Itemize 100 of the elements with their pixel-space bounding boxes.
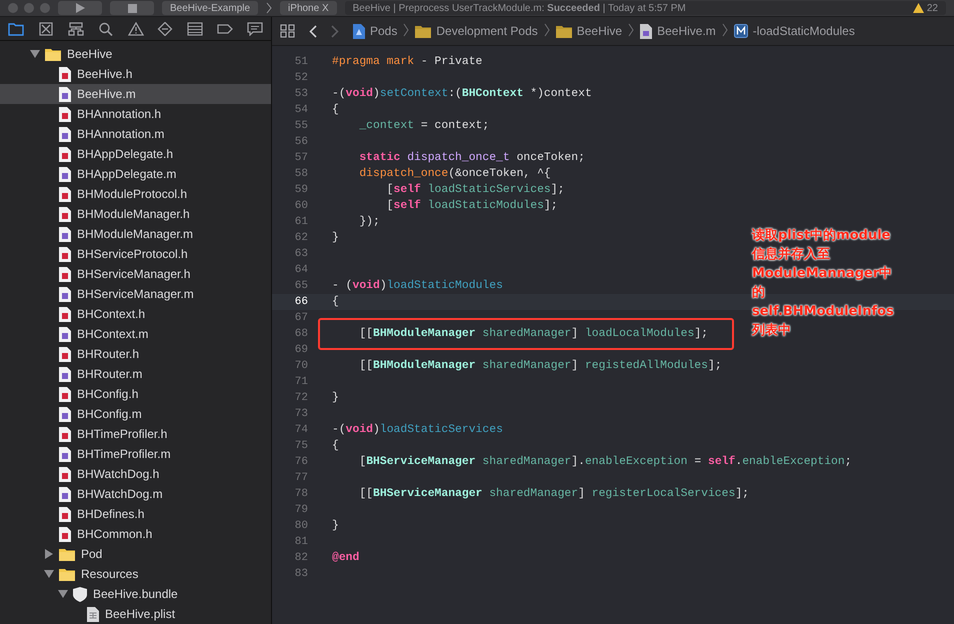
file-icon: [59, 486, 71, 502]
line-number: 68: [294, 328, 308, 340]
diamond-icon[interactable]: [157, 22, 174, 36]
annotation-text: 信息并存入至: [752, 246, 830, 264]
code-line: [BHServiceManager sharedManager].enableException = self.enableException;: [358, 454, 852, 470]
grid-icon[interactable]: [280, 24, 295, 38]
file-icon: [59, 286, 71, 302]
file-tree-item[interactable]: BHTimeProfiler.m: [0, 444, 271, 464]
line-number: 52: [294, 72, 308, 84]
breadcrumb-item[interactable]: Development Pods: [415, 24, 538, 38]
code-line: [self loadStaticServices];: [386, 182, 564, 198]
line-number: 82: [294, 552, 308, 564]
file-tree-item[interactable]: BeeHive.h: [0, 64, 271, 84]
hierarchy-icon[interactable]: [68, 22, 84, 36]
file-tree-item[interactable]: BHModuleManager.m: [0, 224, 271, 244]
warning-icon: [912, 3, 924, 13]
file-tree-item[interactable]: BHAppDelegate.m: [0, 164, 271, 184]
run-button[interactable]: [58, 1, 102, 15]
status-text: BeeHive | Preprocess UserTrackModule.m: Succeeded | Today at 5:57 PM: [352, 2, 686, 14]
line-number: 79: [294, 504, 308, 516]
warning-count[interactable]: 22: [912, 2, 938, 14]
file-tree-item[interactable]: BHServiceManager.h: [0, 264, 271, 284]
file-icon: [640, 24, 652, 38]
file-tree-item[interactable]: BHCommon.h: [0, 524, 271, 544]
code-line: {: [332, 294, 339, 310]
line-number: 76: [294, 456, 308, 468]
file-tree-item[interactable]: BHWatchDog.m: [0, 484, 271, 504]
breadcrumb-item[interactable]: Pods: [353, 24, 398, 38]
file-tree-item[interactable]: BHTimeProfiler.h: [0, 424, 271, 444]
document-icon: [87, 606, 99, 622]
search-icon[interactable]: [98, 22, 114, 36]
code-line: }: [332, 518, 339, 534]
breadcrumb-item[interactable]: BeeHive: [556, 24, 622, 38]
line-number: 59: [294, 184, 308, 196]
file-tree-item[interactable]: Resources: [0, 564, 271, 584]
annotation-text: 读取plist中的module: [752, 227, 890, 245]
breadcrumb-item[interactable]: -loadStaticModules: [734, 24, 855, 38]
file-tree-item[interactable]: BHModuleManager.h: [0, 204, 271, 224]
breadcrumb-item[interactable]: BeeHive.m: [640, 24, 716, 38]
line-number: 75: [294, 440, 308, 452]
file-tree-item[interactable]: BHRouter.m: [0, 364, 271, 384]
code-line: #pragma mark - Private: [332, 54, 482, 70]
file-tree-item[interactable]: BHWatchDog.h: [0, 464, 271, 484]
file-icon: [59, 406, 71, 422]
line-number: 73: [294, 408, 308, 420]
expand-triangle-icon[interactable]: [44, 549, 54, 559]
file-tree-item[interactable]: BHAnnotation.h: [0, 104, 271, 124]
line-number: 60: [294, 200, 308, 212]
scheme-selector[interactable]: BeeHive-Example: [162, 1, 258, 15]
annotation-text: self.BHModuleInfos: [752, 303, 894, 321]
file-tree-item[interactable]: BeeHive.bundle: [0, 584, 271, 604]
line-number: 63: [294, 248, 308, 260]
stop-button[interactable]: [110, 1, 154, 15]
code-line: [[BHModuleManager sharedManager] loadLocalModules];: [358, 326, 708, 342]
device-selector[interactable]: iPhone X: [280, 1, 337, 15]
file-tree-item[interactable]: BHAnnotation.m: [0, 124, 271, 144]
speech-bubble-icon[interactable]: [247, 22, 263, 36]
file-tree-item[interactable]: BHModuleProtocol.h: [0, 184, 271, 204]
shield-icon: [73, 586, 87, 602]
file-tree-item[interactable]: BHServiceManager.m: [0, 284, 271, 304]
file-icon: [59, 326, 71, 342]
folder-icon: [556, 24, 572, 38]
line-number: 67: [294, 312, 308, 324]
file-icon: [59, 186, 71, 202]
file-tree-item[interactable]: BHContext.h: [0, 304, 271, 324]
file-tree-item[interactable]: BHConfig.h: [0, 384, 271, 404]
file-tree-item[interactable]: BHContext.m: [0, 324, 271, 344]
line-number: 81: [294, 536, 308, 548]
line-number: 72: [294, 392, 308, 404]
folder-icon[interactable]: [8, 22, 24, 36]
file-tree-item[interactable]: BeeHive: [0, 44, 271, 64]
chevron-icon: [266, 2, 272, 14]
file-tree-item[interactable]: BHDefines.h: [0, 504, 271, 524]
file-icon: [59, 266, 71, 282]
line-number: 51: [294, 56, 308, 68]
annotation-text: ModuleMannager中: [752, 265, 892, 283]
file-icon: [59, 446, 71, 462]
file-tree-item[interactable]: BeeHive.plist: [0, 604, 271, 624]
code-line: }: [332, 390, 339, 406]
list-icon[interactable]: [187, 22, 204, 36]
file-icon: [59, 206, 71, 222]
file-tree-item[interactable]: BHServiceProtocol.h: [0, 244, 271, 264]
line-number: 62: [294, 232, 308, 244]
file-tree-item[interactable]: BeeHive.m: [0, 84, 271, 104]
code-line: [[BHServiceManager sharedManager] registerLocalServices];: [358, 486, 749, 502]
file-tree-item[interactable]: BHRouter.h: [0, 344, 271, 364]
back-icon[interactable]: [309, 24, 317, 38]
code-line: -(void)setContext:(BHContext *)context: [332, 86, 592, 102]
collapse-triangle-icon[interactable]: [30, 49, 40, 59]
line-number: 65: [294, 280, 308, 292]
line-number: 71: [294, 376, 308, 388]
line-number: 83: [294, 568, 308, 580]
warning-icon[interactable]: [128, 22, 144, 36]
tag-icon[interactable]: [217, 22, 234, 36]
file-tree-item[interactable]: BHConfig.m: [0, 404, 271, 424]
collapse-triangle-icon[interactable]: [58, 589, 68, 599]
collapse-triangle-icon[interactable]: [44, 569, 54, 579]
code-line: - (void)loadStaticModules: [332, 278, 503, 294]
file-tree-item[interactable]: BHAppDelegate.h: [0, 144, 271, 164]
file-tree-item[interactable]: Pod: [0, 544, 271, 564]
